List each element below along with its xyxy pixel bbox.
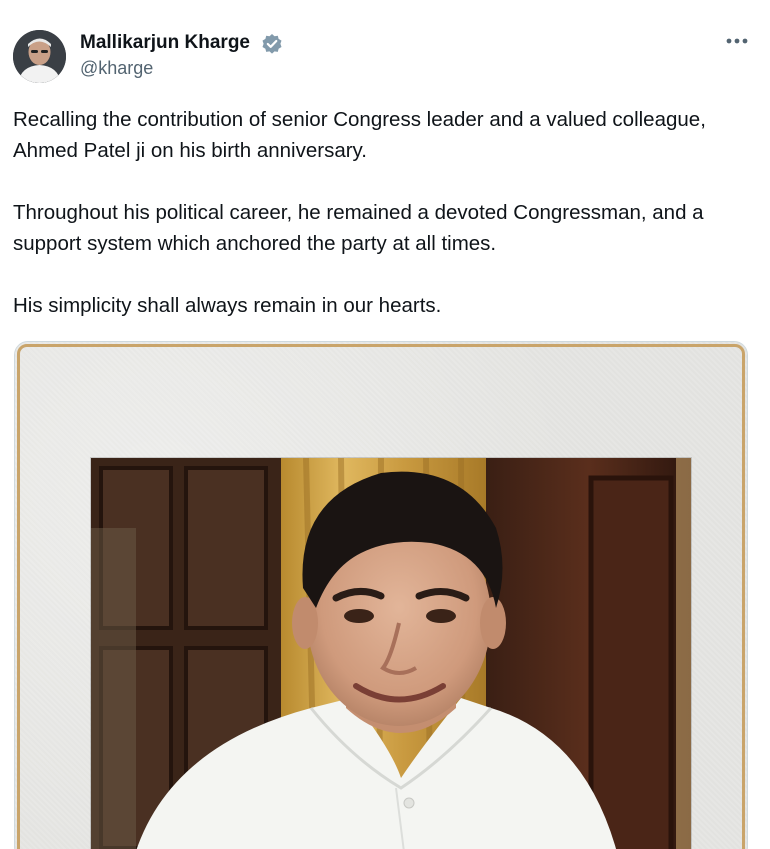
tweet-media[interactable]	[14, 341, 748, 849]
verified-badge-icon	[262, 34, 282, 54]
more-options-icon[interactable]	[724, 30, 750, 52]
tweet-text: Recalling the contribution of senior Con…	[13, 104, 753, 352]
tweet-paragraph-2: Throughout his political career, he rema…	[13, 201, 704, 255]
tweet-paragraph-3: His simplicity shall always remain in ou…	[13, 294, 442, 317]
author-avatar[interactable]	[13, 30, 66, 83]
author-handle[interactable]: @kharge	[80, 58, 153, 79]
tweet-paragraph-1: Recalling the contribution of senior Con…	[13, 108, 706, 162]
author-name[interactable]: Mallikarjun Kharge	[80, 32, 250, 54]
tweet-card: Mallikarjun Kharge @kharge Recalling the…	[0, 0, 770, 849]
portrait-photo	[91, 458, 691, 849]
